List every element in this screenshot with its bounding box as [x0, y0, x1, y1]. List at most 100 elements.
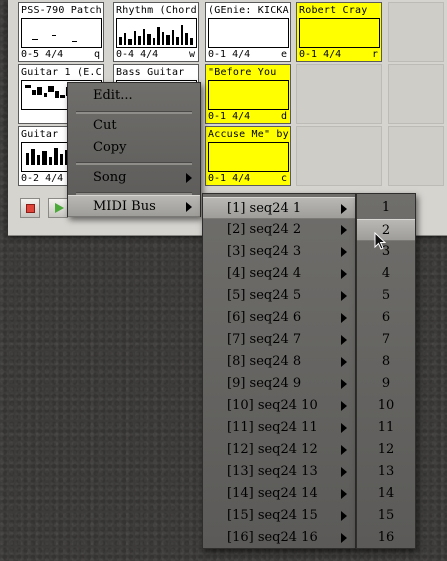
menu-item-label: MIDI Bus: [93, 199, 156, 214]
midi-channel-item[interactable]: 11: [357, 417, 415, 439]
submenu-arrow-icon: [341, 225, 347, 235]
menu-item-midi-bus[interactable]: MIDI Bus: [68, 195, 200, 217]
midi-bus-label: [9] seq24 9: [227, 376, 302, 391]
stop-button[interactable]: [20, 198, 40, 218]
empty-slot[interactable]: [388, 126, 444, 186]
midi-channel-label: 1: [381, 200, 391, 215]
empty-slot[interactable]: [296, 64, 382, 124]
midi-bus-label: [4] seq24 4: [227, 266, 302, 281]
midi-bus-item[interactable]: [5] seq24 5: [203, 285, 355, 307]
sequence-slot[interactable]: Robert Cray 0-1 4/4 r: [296, 2, 382, 62]
midi-bus-item[interactable]: [11] seq24 11: [203, 417, 355, 439]
submenu-arrow-icon: [341, 533, 347, 543]
submenu-arrow-icon: [186, 202, 192, 212]
menu-item-cut[interactable]: Cut: [68, 115, 200, 137]
midi-bus-submenu: [1] seq24 1 [2] seq24 2 [3] seq24 3 [4] seq…: [202, 193, 356, 549]
midi-bus-item[interactable]: [2] seq24 2: [203, 219, 355, 241]
midi-bus-item[interactable]: [3] seq24 3: [203, 241, 355, 263]
sequence-preview: [21, 18, 102, 48]
sequence-slot[interactable]: Accuse Me" by 0-1 4/4 c: [205, 126, 291, 186]
menu-item-edit[interactable]: Edit...: [68, 85, 200, 107]
empty-slot[interactable]: [388, 2, 444, 62]
midi-channel-label: 9: [381, 376, 391, 391]
midi-channel-item[interactable]: 16: [357, 527, 415, 549]
sequence-slot[interactable]: (GEnie: KICKA 0-1 4/4 e: [205, 2, 291, 62]
midi-bus-item[interactable]: [1] seq24 1: [203, 197, 355, 219]
submenu-arrow-icon: [341, 423, 347, 433]
midi-bus-label: [8] seq24 8: [227, 354, 302, 369]
midi-channel-item[interactable]: 12: [357, 439, 415, 461]
submenu-arrow-icon: [341, 313, 347, 323]
sequence-slot[interactable]: Rhythm (Chord 0-4 4/4 w: [113, 2, 199, 62]
sequence-measures: 0-1 4/4: [208, 111, 251, 122]
menu-item-label: Song: [93, 170, 127, 185]
submenu-arrow-icon: [341, 204, 347, 214]
menu-item-copy[interactable]: Copy: [68, 137, 200, 159]
midi-bus-item[interactable]: [4] seq24 4: [203, 263, 355, 285]
midi-bus-item[interactable]: [16] seq24 16: [203, 527, 355, 549]
midi-bus-item[interactable]: [10] seq24 10: [203, 395, 355, 417]
sequence-measures: 0-2 4/4: [21, 173, 64, 184]
sequence-preview: [116, 18, 197, 48]
sequence-hotkey: e: [280, 49, 287, 60]
sequence-preview: [299, 18, 380, 48]
sequence-hotkey: q: [93, 49, 100, 60]
midi-bus-item[interactable]: [13] seq24 13: [203, 461, 355, 483]
midi-channel-item[interactable]: 4: [357, 263, 415, 285]
midi-bus-item[interactable]: [9] seq24 9: [203, 373, 355, 395]
midi-channel-label: 7: [381, 332, 391, 347]
midi-bus-item[interactable]: [7] seq24 7: [203, 329, 355, 351]
midi-channel-label: 11: [377, 420, 395, 435]
sequence-measures: 0-1 4/4: [208, 173, 251, 184]
menu-item-song[interactable]: Song: [68, 167, 200, 189]
midi-channel-label: 16: [377, 530, 395, 545]
stop-icon: [26, 204, 35, 213]
midi-bus-label: [1] seq24 1: [227, 201, 302, 216]
midi-bus-label: [13] seq24 13: [227, 464, 318, 479]
midi-channel-label: 10: [377, 398, 395, 413]
empty-slot[interactable]: [296, 126, 382, 186]
sequence-preview: [208, 80, 289, 110]
midi-channel-label: 13: [377, 464, 395, 479]
midi-bus-label: [12] seq24 12: [227, 442, 318, 457]
midi-channel-item[interactable]: 5: [357, 285, 415, 307]
midi-bus-item[interactable]: [8] seq24 8: [203, 351, 355, 373]
midi-bus-label: [16] seq24 16: [227, 530, 318, 545]
midi-bus-item[interactable]: [6] seq24 6: [203, 307, 355, 329]
sequence-measures: 0-1 4/4: [208, 49, 251, 60]
submenu-arrow-icon: [341, 335, 347, 345]
midi-channel-item[interactable]: 9: [357, 373, 415, 395]
midi-channel-label: 15: [377, 508, 395, 523]
submenu-arrow-icon: [341, 269, 347, 279]
midi-channel-label: 4: [381, 266, 391, 281]
submenu-arrow-icon: [341, 467, 347, 477]
midi-channel-item[interactable]: 13: [357, 461, 415, 483]
empty-slot[interactable]: [388, 64, 444, 124]
sequence-slot[interactable]: PSS-790 Patch 0-5 4/4 q: [18, 2, 104, 62]
submenu-arrow-icon: [341, 401, 347, 411]
midi-bus-label: [3] seq24 3: [227, 244, 302, 259]
note-pattern: [119, 25, 193, 45]
play-button[interactable]: [48, 198, 68, 218]
midi-bus-item[interactable]: [15] seq24 15: [203, 505, 355, 527]
midi-channel-item[interactable]: 14: [357, 483, 415, 505]
sequence-title: Robert Cray: [299, 5, 368, 16]
midi-channel-item[interactable]: 6: [357, 307, 415, 329]
midi-bus-item[interactable]: [12] seq24 12: [203, 439, 355, 461]
midi-channel-item[interactable]: 8: [357, 351, 415, 373]
midi-channel-label: 12: [377, 442, 395, 457]
sequence-slot[interactable]: "Before You 0-1 4/4 d: [205, 64, 291, 124]
sequence-title: Rhythm (Chord: [116, 5, 197, 16]
midi-channel-item[interactable]: 7: [357, 329, 415, 351]
submenu-arrow-icon: [341, 357, 347, 367]
midi-channel-item[interactable]: 15: [357, 505, 415, 527]
midi-bus-item[interactable]: [14] seq24 14: [203, 483, 355, 505]
menu-separator: [76, 111, 192, 114]
midi-channel-item[interactable]: 10: [357, 395, 415, 417]
midi-bus-label: [7] seq24 7: [227, 332, 302, 347]
midi-channel-item[interactable]: 1: [357, 197, 415, 219]
mouse-pointer-icon: [374, 232, 387, 250]
menu-item-label: Edit...: [93, 88, 133, 103]
midi-channel-label: 8: [381, 354, 391, 369]
sequence-title: Bass Guitar: [116, 67, 185, 78]
